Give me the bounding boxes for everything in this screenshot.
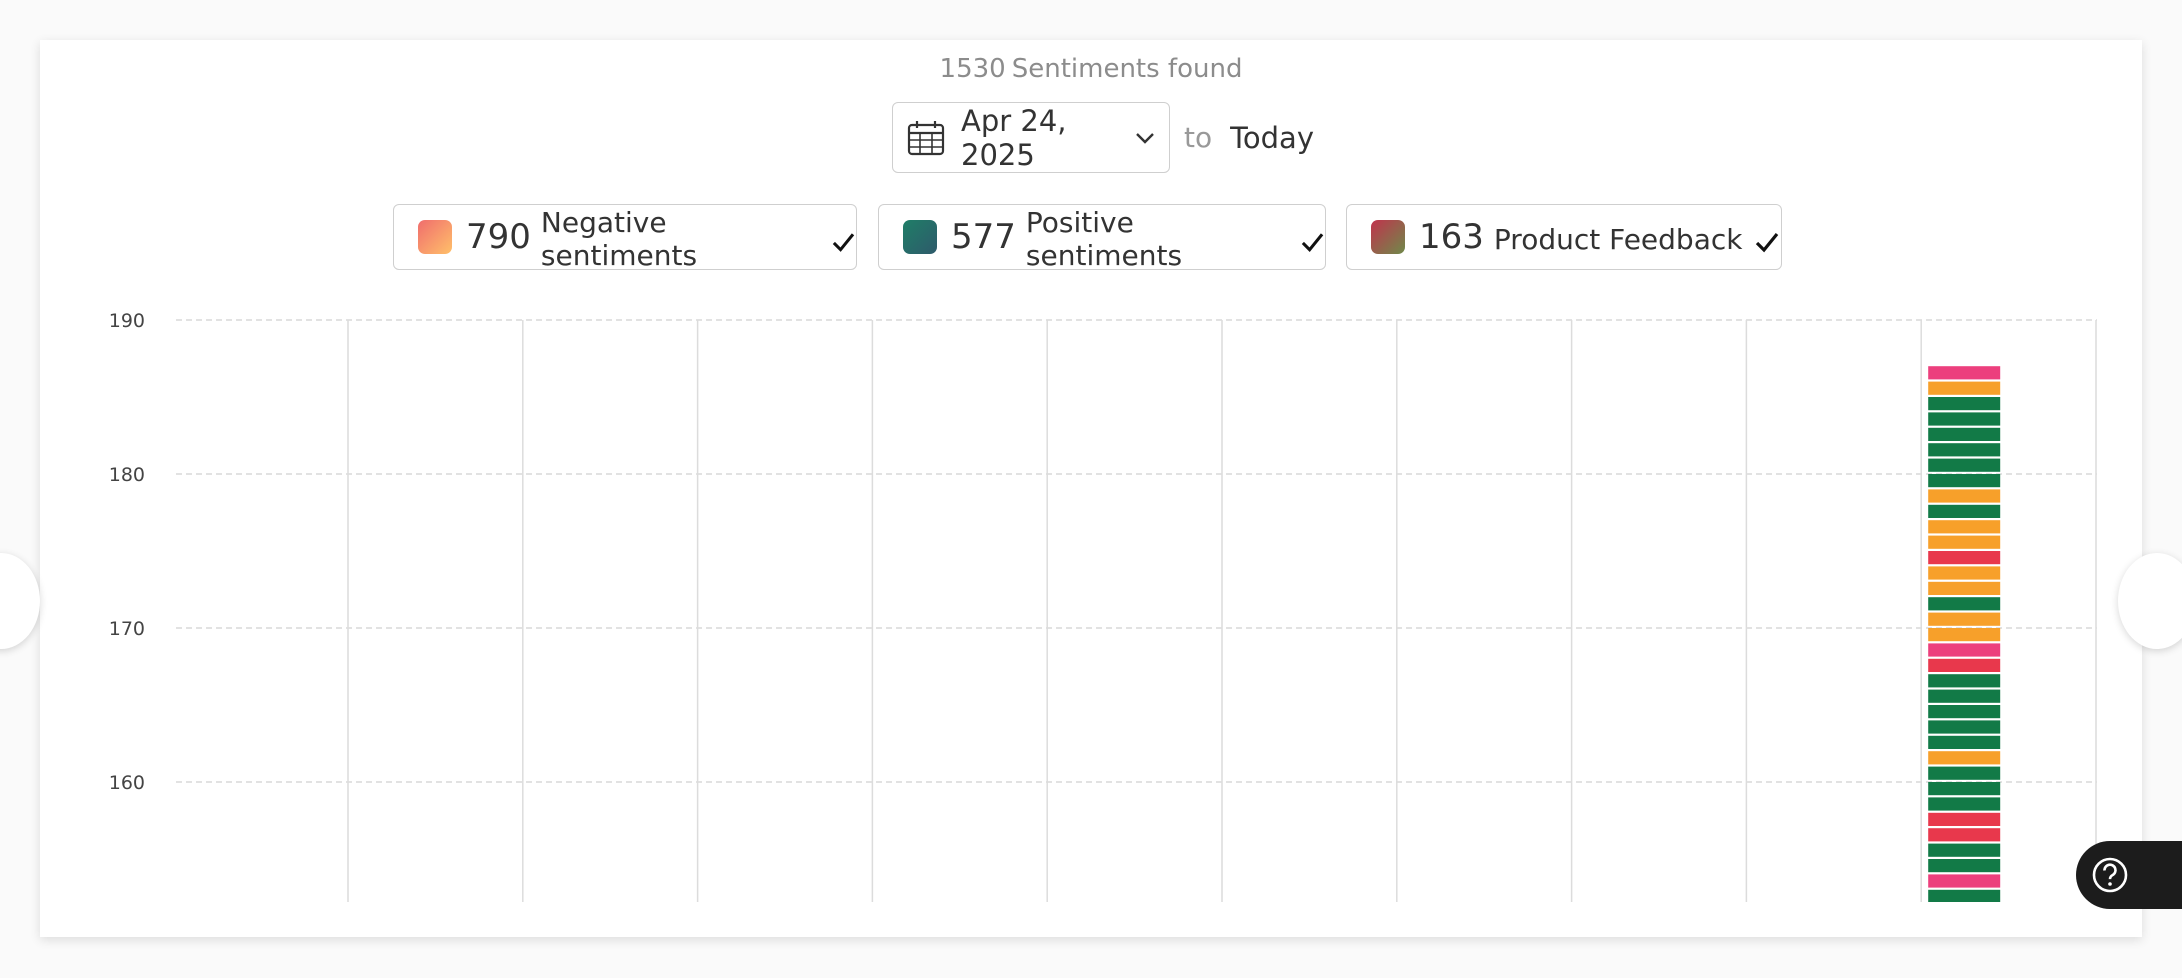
bar-segment-orange <box>1928 520 2001 534</box>
bar-segment-orange <box>1928 489 2001 503</box>
bar-segment-green <box>1928 689 2001 703</box>
bar-segment-pink <box>1928 643 2001 657</box>
bar-segment-green <box>1928 705 2001 719</box>
bar-segment-green <box>1928 735 2001 749</box>
bar-segment-green <box>1928 397 2001 411</box>
sentiment-chart-card: 1530 Sentiments found Apr 24, 2025 to Tod… <box>40 40 2142 937</box>
bar-segment-orange <box>1928 581 2001 595</box>
bar-segment-green <box>1928 889 2001 902</box>
stacked-bar-chart: 160 170 180 190 <box>109 310 2142 902</box>
bar-segment-orange <box>1928 535 2001 549</box>
bar-segment-green <box>1928 782 2001 796</box>
bar-segment-pink <box>1928 366 2001 380</box>
bar-segment-red <box>1928 828 2001 842</box>
bar-segment-green <box>1928 766 2001 780</box>
y-tick-label: 170 <box>109 618 145 640</box>
bar-segment-green <box>1928 412 2001 426</box>
bar-segment-orange <box>1928 612 2001 626</box>
bar-segment-orange <box>1928 628 2001 642</box>
bar-segment-green <box>1928 443 2001 457</box>
bar-segment-pink <box>1928 874 2001 888</box>
bar-segment-green <box>1928 797 2001 811</box>
help-button[interactable] <box>2076 841 2182 909</box>
bar-segment-green <box>1928 720 2001 734</box>
bar-segment-orange <box>1928 751 2001 765</box>
bar-segment-green <box>1928 674 2001 688</box>
bar-segment-red <box>1928 658 2001 672</box>
bar-segment-red <box>1928 812 2001 826</box>
y-tick-label: 160 <box>109 772 145 794</box>
bar-segment-orange <box>1928 381 2001 395</box>
help-icon <box>2092 857 2128 893</box>
bar-segment-red <box>1928 551 2001 565</box>
bar-segment-green <box>1928 843 2001 857</box>
scroll-left-button[interactable] <box>0 553 40 649</box>
bar-segment-orange <box>1928 566 2001 580</box>
y-tick-label: 180 <box>109 464 145 486</box>
bar-segment-green <box>1928 859 2001 873</box>
bar-segment-green <box>1928 427 2001 441</box>
bar-segment-green <box>1928 458 2001 472</box>
bar-segment-green <box>1928 474 2001 488</box>
bar-segment-green <box>1928 504 2001 518</box>
bar-segment-green <box>1928 597 2001 611</box>
y-tick-label: 190 <box>109 310 145 332</box>
